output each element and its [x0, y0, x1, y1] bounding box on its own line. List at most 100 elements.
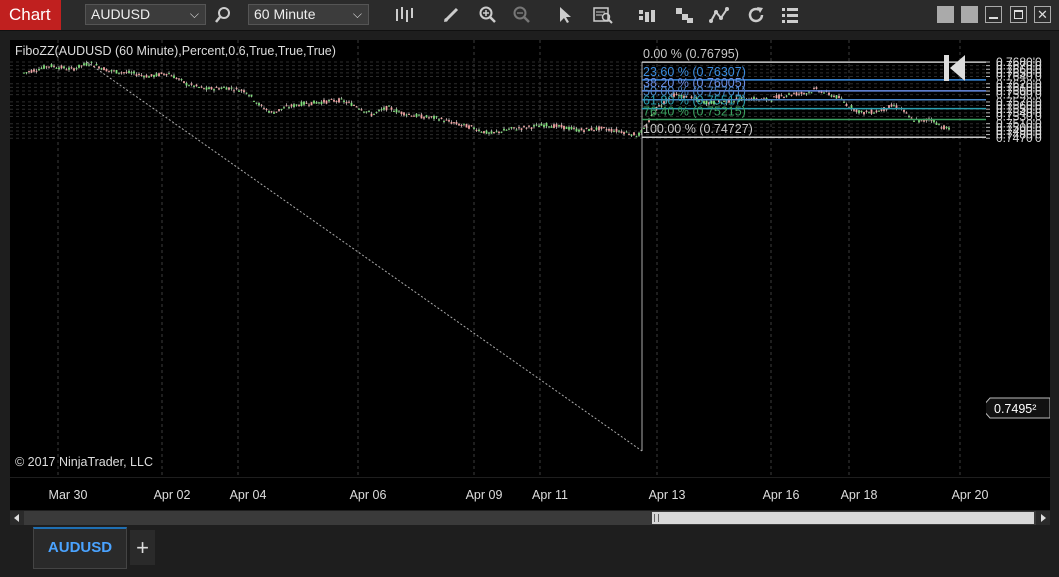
price-tick-label: 0.7470'0: [996, 131, 1042, 145]
candle-body: [105, 69, 108, 72]
candle-body: [183, 81, 185, 83]
tile-window-icon[interactable]: [937, 6, 954, 23]
candle-body: [128, 70, 130, 73]
list-icon[interactable]: [779, 4, 801, 26]
candle-body: [410, 115, 413, 117]
scrollbar-thumb[interactable]: [652, 512, 1034, 524]
search-icon[interactable]: [212, 4, 234, 26]
candle-body: [585, 127, 588, 129]
time-axis[interactable]: Mar 30 Apr 02 Apr 04 Apr 06 Apr 09 Apr 11 Apr …: [10, 478, 1050, 510]
candle-body: [618, 130, 620, 132]
candle-body: [233, 90, 235, 92]
indicators-icon[interactable]: [708, 4, 730, 26]
bar-type-icon[interactable]: [393, 4, 415, 26]
candle-body: [460, 125, 463, 127]
chevron-down-icon: ⌵: [189, 7, 199, 21]
candle-body: [170, 75, 173, 77]
restore-window-icon[interactable]: [961, 6, 978, 23]
candle-body: [838, 95, 840, 99]
candle-body: [63, 66, 65, 69]
candle-body: [890, 104, 893, 107]
candle-body: [210, 87, 213, 90]
candle-body: [360, 109, 363, 111]
scroll-right-icon[interactable]: [1036, 511, 1050, 525]
candle-body: [98, 66, 100, 69]
candle-body: [30, 70, 33, 73]
candle-body: [193, 85, 195, 87]
candle-body: [605, 129, 608, 131]
candle-body: [880, 109, 883, 111]
chart-tab[interactable]: Chart: [0, 0, 61, 30]
chart-panel[interactable]: 0.00 % (0.76795) 23.60 % (0.76307) 38.20 %…: [10, 40, 986, 477]
candle-body: [328, 100, 330, 102]
candle-body: [563, 125, 565, 130]
candle-body: [458, 123, 460, 126]
tab-audusd[interactable]: AUDUSD: [33, 527, 127, 569]
candle-body: [373, 113, 375, 115]
price-chart[interactable]: 0.00 % (0.76795)23.60 % (0.76307)38.20 %…: [10, 40, 986, 477]
candle-body: [120, 72, 123, 74]
candle-body: [58, 67, 60, 70]
candle-body: [905, 112, 908, 114]
candle-body: [870, 109, 873, 114]
minimize-button[interactable]: [985, 6, 1002, 23]
candle-body: [903, 109, 905, 112]
candle-body: [203, 88, 205, 90]
candle-body: [155, 73, 158, 77]
date-tick-label: Apr 09: [466, 488, 503, 502]
candle-body: [55, 67, 58, 69]
candle-body: [843, 101, 845, 103]
horizontal-scrollbar[interactable]: [10, 511, 1050, 525]
scroll-left-icon[interactable]: [10, 511, 24, 525]
interval-value: 60 Minute: [254, 6, 316, 22]
candle-body: [570, 127, 573, 130]
zoom-out-icon[interactable]: [511, 4, 533, 26]
candle-body: [945, 126, 948, 129]
scroll-to-end-icon[interactable]: [944, 55, 965, 81]
date-tick-label: Apr 04: [230, 488, 267, 502]
fib-level-label: 0.00 % (0.76795): [643, 47, 739, 61]
candle-body: [453, 122, 455, 124]
candle-body: [515, 129, 518, 131]
candle-body: [363, 111, 365, 113]
interval-selector[interactable]: 60 Minute ⌵: [248, 4, 369, 25]
candle-body: [313, 100, 315, 104]
candle-body: [808, 91, 810, 93]
candle-body: [213, 89, 215, 91]
candle-body: [330, 98, 333, 100]
pointer-icon[interactable]: [554, 4, 576, 26]
candle-body: [385, 105, 388, 111]
candle-body: [535, 124, 538, 126]
candle-body: [338, 98, 340, 103]
candle-body: [220, 87, 223, 89]
data-box-icon[interactable]: [592, 4, 614, 26]
candle-body: [580, 128, 583, 131]
instrument-selector[interactable]: AUDUSD ⌵: [85, 4, 206, 25]
candle-body: [523, 126, 525, 128]
candle-body: [418, 114, 420, 116]
candle-body: [855, 109, 858, 112]
candle-body: [345, 102, 348, 104]
candle-body: [60, 65, 63, 69]
price-axis[interactable]: 0.7680'0 0.7670'0 0.7660'0 0.7650'0 0.7640'0…: [980, 40, 1051, 477]
candle-body: [268, 111, 270, 113]
date-labels: Mar 30 Apr 02 Apr 04 Apr 06 Apr 09 Apr 11 Apr …: [49, 488, 989, 502]
candle-body: [443, 120, 445, 122]
maximize-button[interactable]: [1010, 6, 1027, 23]
candle-body: [463, 123, 465, 125]
candle-body: [298, 104, 300, 107]
candle-body: [500, 131, 503, 133]
close-icon[interactable]: ✕: [1034, 6, 1051, 23]
properties-icon[interactable]: [673, 4, 695, 26]
candle-body: [628, 134, 630, 136]
candle-body: [860, 110, 863, 113]
candle-body: [603, 127, 605, 129]
trade-panel-icon[interactable]: [636, 4, 658, 26]
add-tab-button[interactable]: +: [130, 530, 155, 565]
trend-line[interactable]: [86, 61, 643, 452]
candle-body: [383, 107, 385, 110]
pencil-icon[interactable]: [440, 4, 462, 26]
candle-body: [273, 112, 275, 114]
zoom-in-icon[interactable]: [477, 4, 499, 26]
reload-icon[interactable]: [745, 4, 767, 26]
